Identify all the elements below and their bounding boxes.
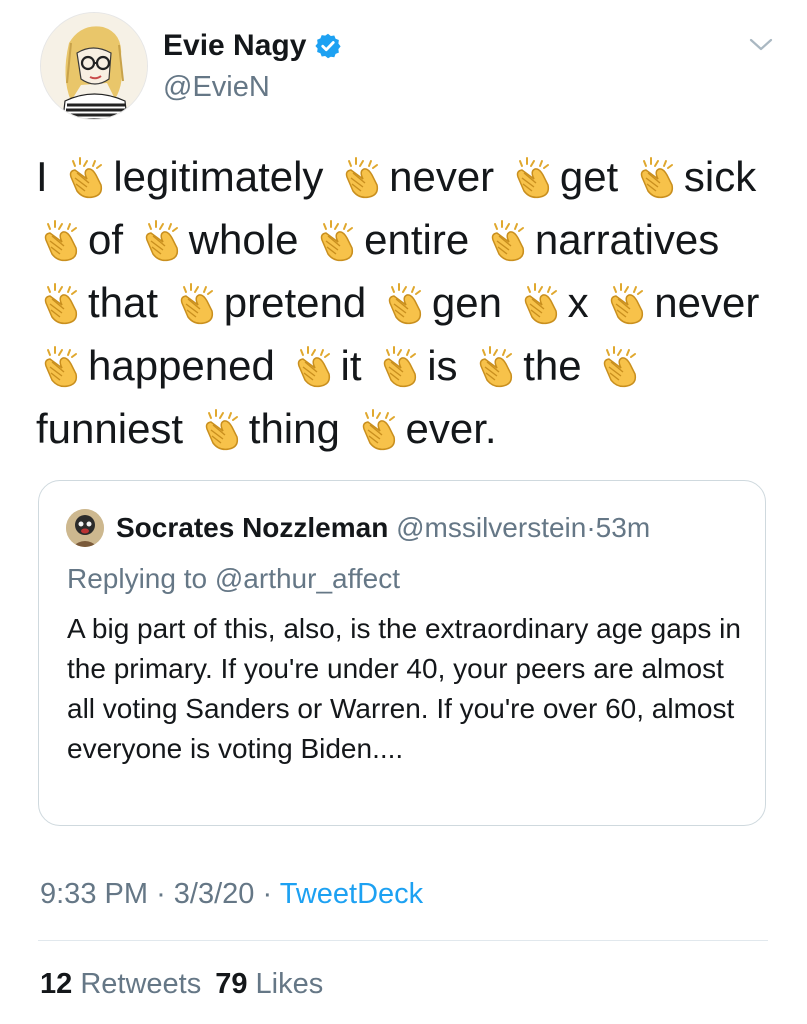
clapping-hands-icon (388, 283, 421, 325)
tweet-word: happened (88, 342, 275, 389)
tweet-word: never (654, 279, 760, 326)
verified-badge-icon (315, 33, 342, 59)
quoted-header: Socrates Nozzleman @mssilverstein·53m (116, 510, 650, 546)
tweet-word: x (567, 279, 589, 326)
tweet-word: is (427, 342, 458, 389)
quoted-author-name[interactable]: Socrates Nozzleman (116, 512, 388, 543)
retweets-count: 12 (40, 968, 73, 1000)
likes-count: 79 (215, 968, 248, 1000)
avatar-illustration (66, 509, 104, 547)
tweet-word: funniest (36, 405, 184, 452)
tweet-stats: 12 Retweets 79 Likes (40, 966, 323, 1002)
author-avatar[interactable] (40, 12, 148, 120)
tweet-word: it (340, 342, 362, 389)
clapping-hands-icon (44, 220, 78, 262)
clapping-hands-icon (479, 346, 513, 388)
tweet-word: legitimately (113, 153, 324, 200)
author-handle[interactable]: @EvieN (163, 70, 270, 104)
retweets-label: Retweets (80, 968, 202, 1000)
avatar-illustration (41, 13, 147, 119)
clapping-hands-icon (44, 283, 78, 325)
clapping-hands-icon (44, 346, 78, 388)
clapping-hands-icon (524, 283, 557, 325)
tweet-date[interactable]: 3/3/20 (174, 878, 255, 910)
quoted-author-avatar[interactable] (66, 509, 104, 547)
clapping-hands-icon (611, 283, 644, 325)
tweet-word: pretend (223, 279, 367, 326)
tweet-meta: 9:33 PM · 3/3/20 · TweetDeck (40, 876, 423, 912)
tweet-word: sick (683, 153, 757, 200)
separator-dot: · (586, 512, 596, 543)
tweet-word: whole (188, 216, 299, 263)
separator-dot: · (262, 878, 273, 910)
clapping-hands-icon (383, 346, 417, 388)
replying-to-label: Replying to (67, 563, 208, 594)
clapping-hands-icon (640, 157, 673, 199)
separator-dot: · (156, 878, 166, 910)
clapping-hands-icon (205, 409, 238, 451)
tweet-source-link[interactable]: TweetDeck (280, 878, 423, 910)
likes-stat[interactable]: 79 Likes (215, 968, 323, 1000)
tweet-word: that (88, 279, 159, 326)
tweet-word: of (88, 216, 124, 263)
replying-to: Replying to @arthur_affect (67, 561, 400, 597)
tweet-word: the (523, 342, 582, 389)
tweet-time[interactable]: 9:33 PM (40, 878, 148, 910)
clapping-hands-icon (70, 157, 103, 199)
clapping-hands-icon (180, 283, 213, 325)
tweet-word: narratives (534, 216, 720, 263)
tweet-text: I legitimately never get sick of whole e… (36, 145, 776, 460)
author-name-text: Evie Nagy (163, 29, 307, 62)
author-name[interactable]: Evie Nagy (163, 28, 342, 64)
divider (38, 940, 768, 941)
tweet-word: thing (248, 405, 340, 452)
clapping-hands-icon (297, 346, 330, 388)
chevron-down-icon[interactable] (748, 34, 774, 54)
tweet-word: entire (364, 216, 470, 263)
clapping-hands-icon (320, 220, 354, 262)
clapping-hands-icon (345, 157, 379, 199)
clapping-hands-icon (604, 346, 637, 388)
clapping-hands-icon (516, 157, 549, 199)
replying-to-mention[interactable]: @arthur_affect (215, 563, 400, 594)
tweet-word: never (389, 153, 495, 200)
tweet-word: gen (431, 279, 502, 326)
clapping-hands-icon (145, 220, 178, 262)
quoted-timestamp[interactable]: 53m (596, 512, 650, 543)
quoted-text: A big part of this, also, is the extraor… (67, 613, 741, 764)
tweet-word: ever. (405, 405, 497, 452)
retweets-stat[interactable]: 12 Retweets (40, 968, 201, 1000)
likes-label: Likes (255, 968, 324, 1000)
tweet-word: I (36, 153, 48, 200)
clapping-hands-icon (491, 220, 524, 262)
tweet-word: get (559, 153, 619, 200)
quoted-author-handle[interactable]: @mssilverstein (396, 512, 586, 543)
clapping-hands-icon (362, 409, 395, 451)
quoted-tweet[interactable]: Socrates Nozzleman @mssilverstein·53m Re… (38, 480, 766, 826)
